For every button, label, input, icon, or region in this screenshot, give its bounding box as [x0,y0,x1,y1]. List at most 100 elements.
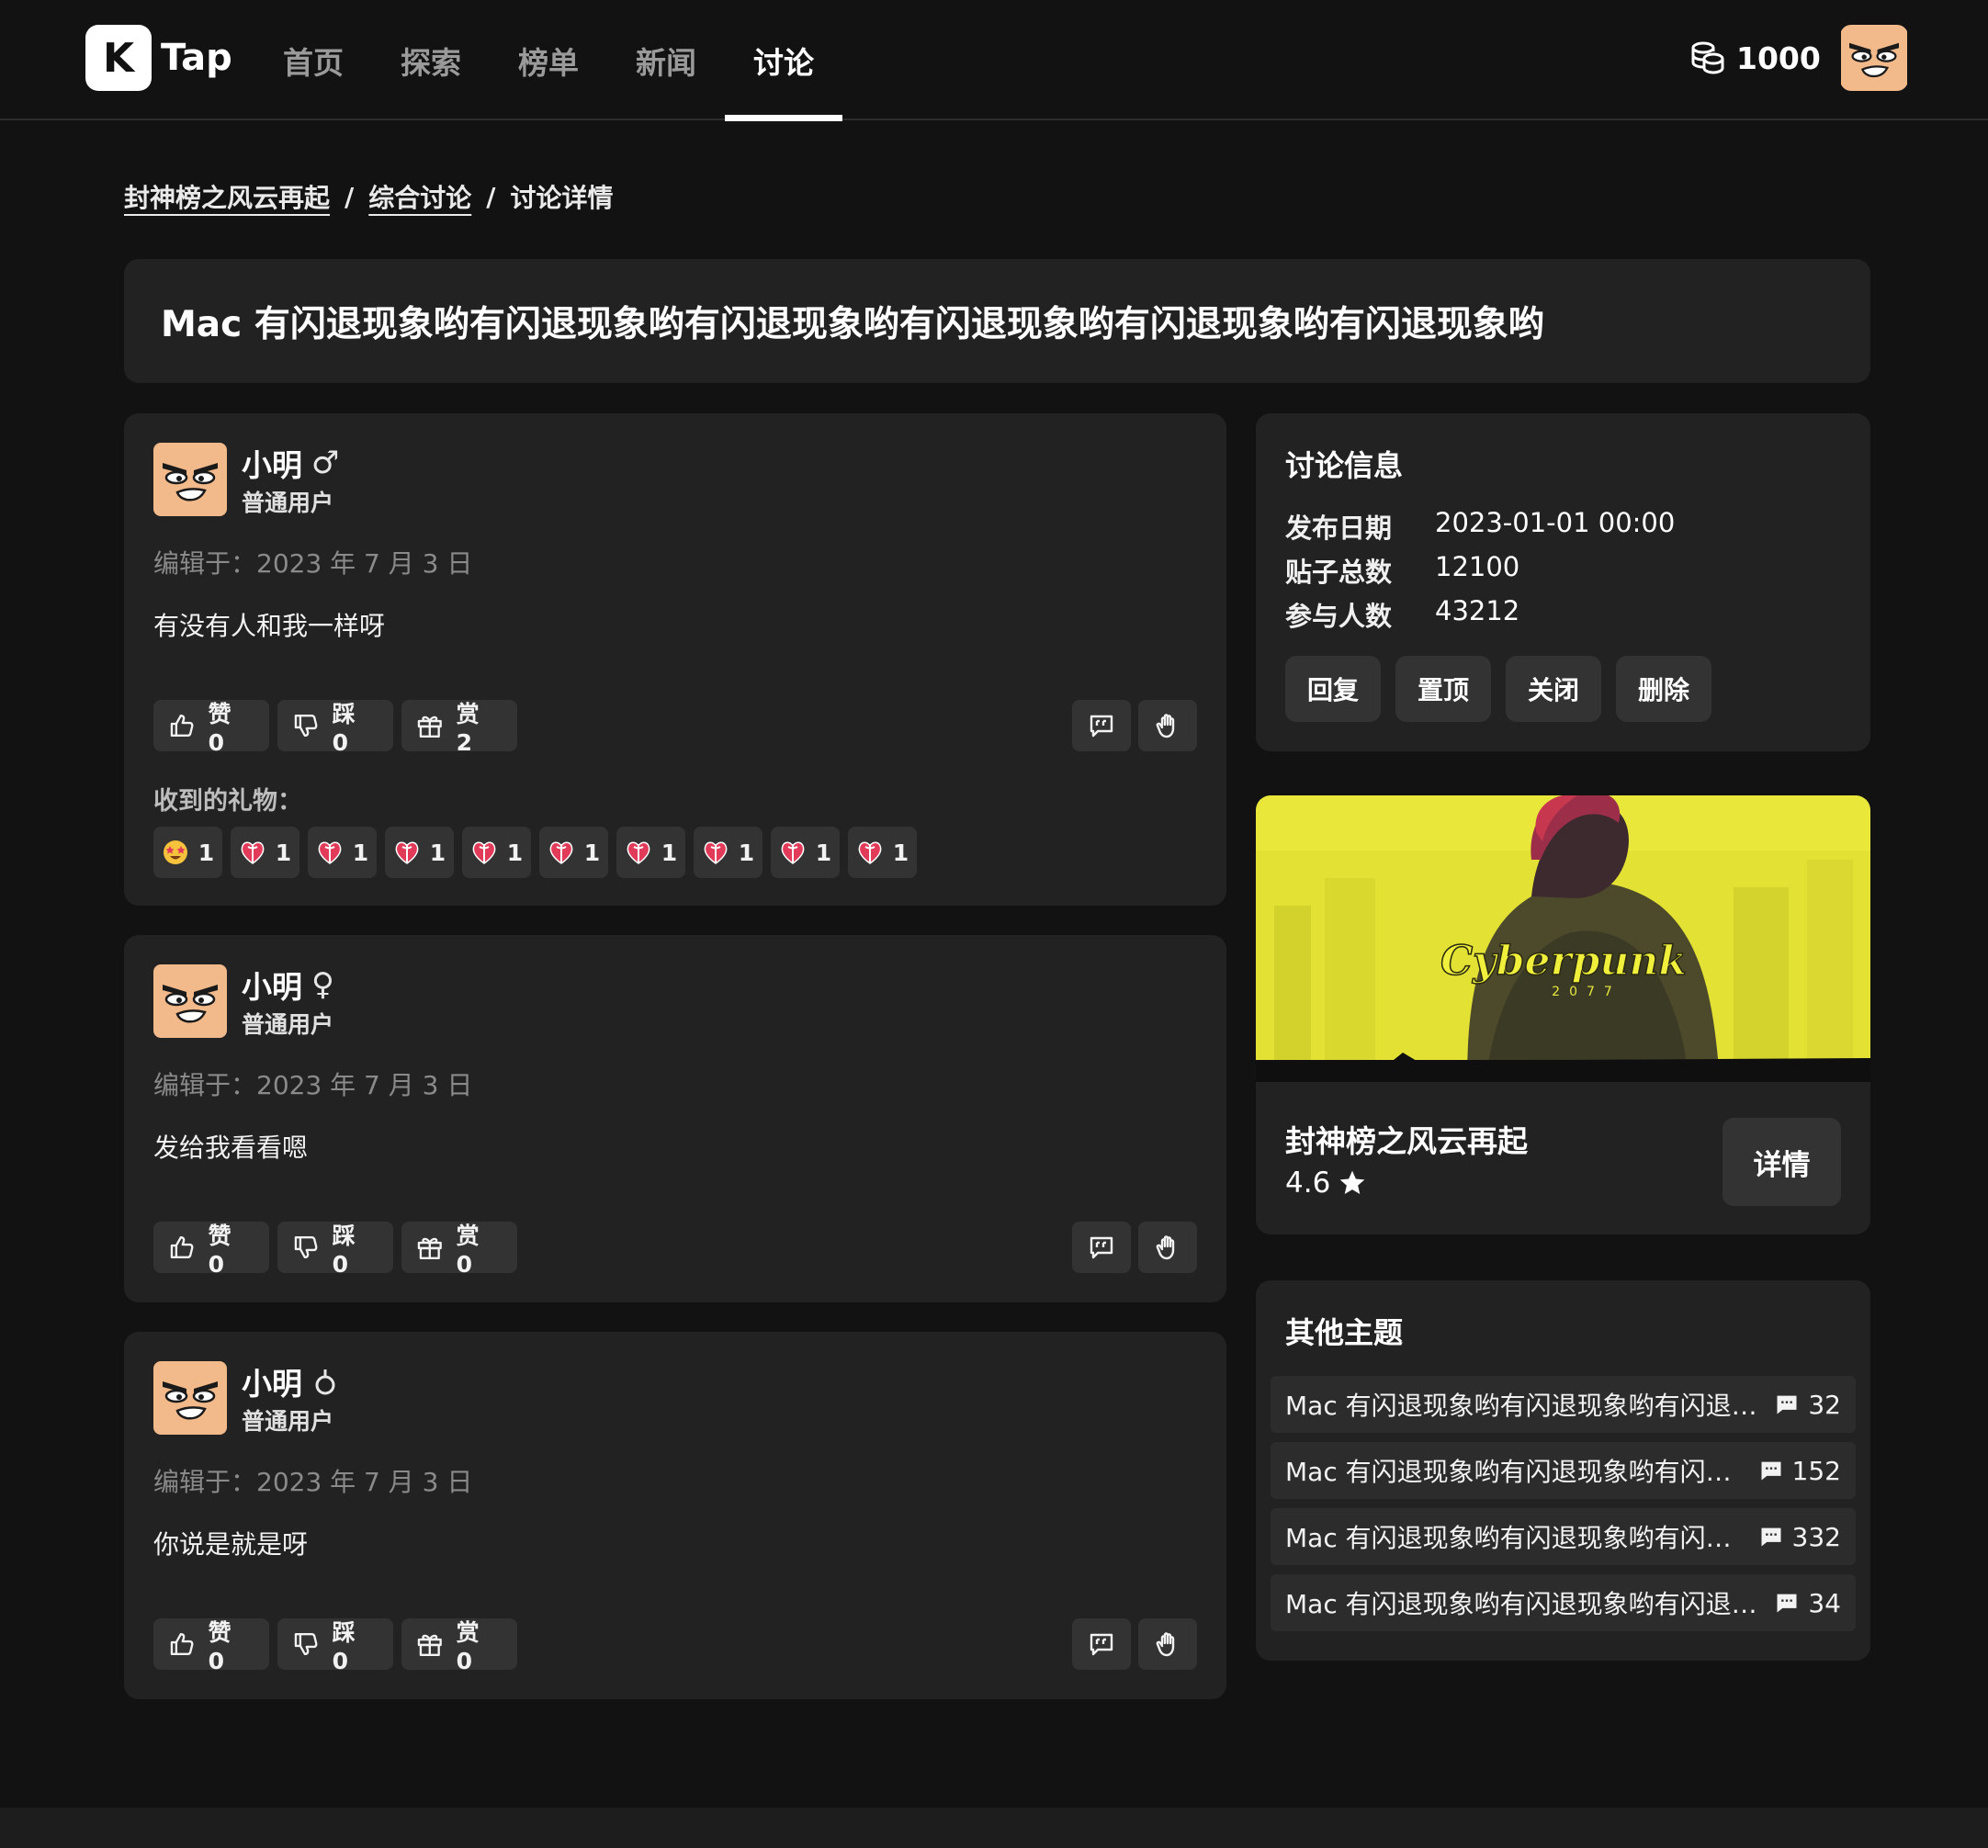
reward-button[interactable]: 赏 0 [401,1618,517,1674]
discussion-info-card: 讨论信息 发布日期 2023-01-01 00:00 贴子总数 12100 参与… [1256,413,1870,751]
gift-count: 1 [815,839,832,866]
gift-chip[interactable]: 1 [848,827,917,878]
comment-icon [1777,1395,1797,1414]
game-detail-button[interactable]: 详情 [1723,1118,1841,1206]
report-button[interactable] [1138,700,1197,751]
gift-list: 1 1 1 1 1 1 1 1 1 1 [153,827,925,878]
author-name-text: 小明 [242,969,302,1005]
gift-chip[interactable]: 1 [308,827,377,878]
pin-button[interactable]: 置顶 [1395,656,1491,722]
game-name[interactable]: 封神榜之风云再起 [1285,1117,1528,1161]
info-row-posts: 贴子总数 12100 [1285,551,1519,590]
nav-tab-home[interactable]: 首页 [254,0,372,120]
gift-heart-icon [856,839,884,866]
info-label: 贴子总数 [1285,557,1393,588]
thumbs-up-icon [170,1632,194,1656]
coins-icon [1691,41,1724,74]
discussion-title: Mac 有闪退现象哟有闪退现象哟有闪退现象哟有闪退现象哟有闪退现象哟有闪退现象哟 [161,303,1544,345]
game-card: Cyberpunk 2077 封神榜之风云再起 4.6 详情 [1256,795,1870,1234]
quote-reply-button[interactable] [1072,700,1131,751]
breadcrumb-forum[interactable]: 综合讨论 [368,178,471,215]
quote-icon [1090,715,1113,738]
topic-item[interactable]: Mac 有闪退现象哟有闪退现象哟有闪… 332 [1271,1508,1856,1565]
reply-button[interactable]: 回复 [1285,656,1381,722]
report-button[interactable] [1138,1222,1197,1273]
gift-chip[interactable]: 1 [771,827,840,878]
gift-chip[interactable]: 1 [539,827,608,878]
nav-tab-discussion[interactable]: 讨论 [725,0,842,121]
info-value: 12100 [1435,551,1520,582]
gift-chip[interactable]: 1 [153,827,222,878]
topic-item[interactable]: Mac 有闪退现象哟有闪退现象哟有闪退… 34 [1271,1574,1856,1631]
dislike-button[interactable]: 踩 0 [277,700,393,756]
topic-comment-count: 152 [1758,1456,1841,1486]
topic-comment-count: 32 [1774,1390,1841,1420]
like-button[interactable]: 赞 0 [153,1618,269,1674]
reward-button[interactable]: 赏 0 [401,1222,517,1278]
gift-heart-icon [470,839,498,866]
discussion-info-title: 讨论信息 [1285,448,1404,483]
topic-comment-count: 34 [1774,1588,1841,1618]
post-actions: 赞 0 踩 0 赏 0 [153,1618,525,1674]
user-avatar[interactable] [1840,25,1908,91]
topic-item[interactable]: Mac 有闪退现象哟有闪退现象哟有闪… 152 [1271,1442,1856,1499]
app-logo[interactable]: K Tap [85,25,232,91]
nav-tab-news[interactable]: 新闻 [607,0,725,120]
gifts-label: 收到的礼物： [153,787,302,816]
post-actions: 赞 0 踩 0 赏 0 [153,1222,525,1278]
close-button[interactable]: 关闭 [1506,656,1601,722]
topic-count-value: 152 [1791,1455,1841,1486]
like-label: 赞 0 [208,1222,232,1278]
topic-title: Mac 有闪退现象哟有闪退现象哟有闪… [1285,1457,1732,1487]
breadcrumb-game[interactable]: 封神榜之风云再起 [124,178,330,215]
author-name[interactable]: 小明 ♀ [242,963,334,1007]
author-name-text: 小明 [242,447,302,483]
author-name[interactable]: 小明 [242,1359,337,1403]
coin-balance[interactable]: 1000 [1689,35,1821,81]
dislike-label: 踩 0 [332,1618,356,1674]
delete-button[interactable]: 删除 [1616,656,1711,722]
info-row-participants: 参与人数 43212 [1285,595,1519,634]
thumbs-down-icon [294,1632,318,1656]
gift-chip[interactable]: 1 [616,827,685,878]
author-name-text: 小明 [242,1366,302,1402]
post-content: 发给我看看嗯 [153,1132,309,1163]
reward-label: 赏 0 [456,1222,480,1278]
banner-logo-text: Cyberpunk [1440,938,1687,985]
avatar[interactable] [153,1361,227,1435]
game-banner[interactable]: Cyberpunk 2077 [1256,795,1870,1082]
gift-icon [417,716,442,738]
nav-tab-explore[interactable]: 探索 [372,0,490,120]
author-role: 普通用户 [242,1011,334,1038]
dislike-button[interactable]: 踩 0 [277,1618,393,1674]
gift-chip[interactable]: 1 [385,827,454,878]
dislike-label: 踩 0 [332,700,356,756]
dislike-button[interactable]: 踩 0 [277,1222,393,1278]
gift-icon [417,1237,442,1260]
quote-reply-button[interactable] [1072,1222,1131,1273]
gift-count: 1 [198,839,215,866]
hand-icon [1156,1632,1175,1657]
neutral-gender-icon [315,1369,335,1395]
gift-chip[interactable]: 1 [462,827,531,878]
gift-chip[interactable]: 1 [694,827,762,878]
quote-icon [1090,1633,1113,1656]
author-name[interactable]: 小明 ♂ [242,441,339,485]
report-button[interactable] [1138,1618,1197,1670]
thumbs-up-icon [170,1235,194,1259]
avatar[interactable] [153,964,227,1038]
quote-reply-button[interactable] [1072,1618,1131,1670]
hand-icon [1156,1235,1175,1260]
like-button[interactable]: 赞 0 [153,1222,269,1278]
info-label: 参与人数 [1285,601,1393,632]
star-struck-icon [162,839,189,866]
nav-tab-rankings[interactable]: 榜单 [490,0,607,120]
like-button[interactable]: 赞 0 [153,700,269,756]
gift-count: 1 [892,839,909,866]
avatar[interactable] [153,443,227,516]
topic-item[interactable]: Mac 有闪退现象哟有闪退现象哟有闪退… 32 [1271,1376,1856,1433]
reward-button[interactable]: 赏 2 [401,700,517,756]
thumbs-down-icon [294,714,318,738]
gift-chip[interactable]: 1 [231,827,299,878]
logo-text: Tap [161,37,232,79]
